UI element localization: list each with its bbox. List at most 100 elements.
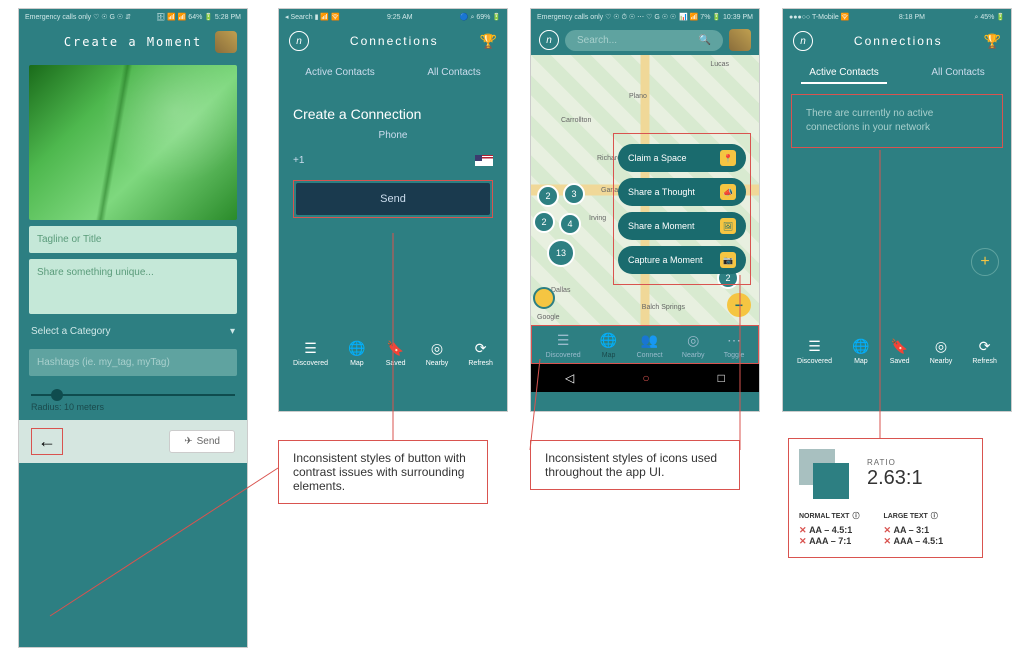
nav-map[interactable]: 🌐Map xyxy=(348,340,365,367)
send-button[interactable]: Send xyxy=(296,183,490,215)
nav-map[interactable]: 🌐Map xyxy=(852,338,869,365)
radar-icon: ◎ xyxy=(431,340,443,357)
tab-all-contacts[interactable]: All Contacts xyxy=(923,63,992,84)
map-cluster[interactable]: 13 xyxy=(547,239,575,267)
compliance-row: ✕ AA – 3:1 xyxy=(883,525,943,536)
status-time: 8:18 PM xyxy=(899,14,925,21)
status-right: ⌕ 45% 🔋 xyxy=(974,13,1005,22)
page-title: Connections xyxy=(309,34,480,48)
camera-icon: 📷 xyxy=(720,252,736,268)
help-icon: ⓘ xyxy=(931,511,938,521)
map-cluster[interactable]: 4 xyxy=(559,213,581,235)
android-home-icon[interactable]: ○ xyxy=(642,371,649,385)
map-city-label: Carrollton xyxy=(561,117,591,124)
color-swatches xyxy=(799,449,849,499)
search-input[interactable]: Search... 🔍 xyxy=(565,30,723,51)
status-bar: Emergency calls only ♡ ☉ G ☉ ⇵ 🗄 📶 📶 64%… xyxy=(19,9,247,25)
paper-plane-icon: ✈ xyxy=(184,436,192,447)
header: n Connections 🏆 xyxy=(783,25,1011,57)
description-input[interactable]: Share something unique... xyxy=(29,259,237,314)
bookmark-icon: 🔖 xyxy=(891,338,908,355)
tabs: Active Contacts All Contacts xyxy=(279,57,507,88)
status-right: 📊 📶 7% 🔋 10:39 PM xyxy=(679,13,753,21)
status-left: Emergency calls only ♡ ☉ G ☉ ⇵ xyxy=(25,13,131,21)
send-button[interactable]: ✈ Send xyxy=(169,430,235,453)
globe-icon: 🌐 xyxy=(600,332,617,349)
megaphone-icon: 📣 xyxy=(720,184,736,200)
status-bar: Emergency calls only ♡ ☉ ⏱ ☉ ⋯ ♡ G ☉ ☉ 📊… xyxy=(531,9,759,25)
status-right: 🔵 ⌕ 69% 🔋 xyxy=(460,13,501,22)
phone-prefix: +1 xyxy=(293,155,304,166)
android-recent-icon[interactable]: □ xyxy=(718,371,725,385)
avatar[interactable] xyxy=(215,31,237,53)
dots-icon: ⋯ xyxy=(727,332,741,349)
tabs: Active Contacts All Contacts xyxy=(783,57,1011,90)
status-right: 🗄 📶 📶 64% 🔋 5:28 PM xyxy=(156,13,241,21)
avatar[interactable] xyxy=(729,29,751,51)
android-nav-bar: ◁ ○ □ xyxy=(531,364,759,392)
share-moment-button[interactable]: Share a Moment🖼 xyxy=(618,212,746,240)
nav-saved[interactable]: 🔖Saved xyxy=(890,338,910,365)
nav-nearby[interactable]: ◎Nearby xyxy=(930,338,953,365)
map-user-location[interactable] xyxy=(533,287,555,309)
nav-refresh[interactable]: ⟳Refresh xyxy=(972,338,997,365)
trophy-icon[interactable]: 🏆 xyxy=(480,33,497,50)
tab-active-contacts[interactable]: Active Contacts xyxy=(297,63,382,82)
nav-nearby[interactable]: ◎Nearby xyxy=(426,340,449,367)
phone-field-label: Phone xyxy=(293,130,493,141)
map-cluster[interactable]: 2 xyxy=(537,185,559,207)
share-thought-button[interactable]: Share a Thought📣 xyxy=(618,178,746,206)
compliance-row: ✕ AAA – 4.5:1 xyxy=(883,536,943,547)
nav-discovered[interactable]: ☰Discovered xyxy=(546,332,581,359)
tab-all-contacts[interactable]: All Contacts xyxy=(419,63,488,82)
radar-icon: ◎ xyxy=(687,332,699,349)
nav-discovered[interactable]: ☰Discovered xyxy=(293,340,328,367)
map-city-label: Lucas xyxy=(710,61,729,68)
nav-nearby[interactable]: ◎Nearby xyxy=(682,332,705,359)
large-text-heading: LARGE TEXTⓘ xyxy=(883,511,943,521)
app-logo-icon[interactable]: n xyxy=(289,31,309,51)
status-time: 9:25 AM xyxy=(387,14,413,21)
nav-toggle[interactable]: ⋯Toggle xyxy=(724,332,745,359)
map-city-label: Irving xyxy=(589,215,606,222)
status-bar: ●●●○○ T-Mobile 🛜 8:18 PM ⌕ 45% 🔋 xyxy=(783,9,1011,25)
nav-refresh[interactable]: ⟳Refresh xyxy=(468,340,493,367)
fab-add[interactable]: + xyxy=(971,248,999,276)
fab-minus[interactable]: − xyxy=(727,293,751,317)
nav-saved[interactable]: 🔖Saved xyxy=(386,340,406,367)
page-title: Create a Moment xyxy=(51,35,215,49)
map-pin-icon: 📍 xyxy=(720,150,736,166)
fail-icon: ✕ xyxy=(799,525,807,535)
tab-active-contacts[interactable]: Active Contacts xyxy=(801,63,886,84)
flag-icon-us[interactable] xyxy=(475,155,493,166)
claim-space-button[interactable]: Claim a Space📍 xyxy=(618,144,746,172)
trophy-icon[interactable]: 🏆 xyxy=(984,33,1001,50)
back-button[interactable]: ← xyxy=(31,428,63,455)
nav-discovered[interactable]: ☰Discovered xyxy=(797,338,832,365)
nav-connect[interactable]: 👥Connect xyxy=(637,332,663,359)
radius-label: Radius: 10 meters xyxy=(19,400,247,414)
phone-input-row[interactable]: +1 xyxy=(293,151,493,180)
app-logo-icon[interactable]: n xyxy=(539,30,559,50)
globe-icon: 🌐 xyxy=(348,340,365,357)
contrast-checker-panel: RATIO 2.63:1 NORMAL TEXTⓘ ✕ AA – 4.5:1 ✕… xyxy=(788,438,983,558)
app-logo-icon[interactable]: n xyxy=(793,31,813,51)
category-select[interactable]: Select a Category ▾ xyxy=(19,320,247,343)
android-back-icon[interactable]: ◁ xyxy=(565,371,574,385)
hashtag-input[interactable]: Hashtags (ie. my_tag, myTag) xyxy=(29,349,237,376)
empty-state-highlight: There are currently no active connection… xyxy=(791,94,1003,148)
map-cluster[interactable]: 2 xyxy=(533,211,555,233)
annotation-icon-styles: Inconsistent styles of icons used throug… xyxy=(530,440,740,490)
tagline-input[interactable]: Tagline or Title xyxy=(29,226,237,253)
capture-moment-button[interactable]: Capture a Moment📷 xyxy=(618,246,746,274)
radius-slider[interactable] xyxy=(31,394,235,396)
phone-connections-empty: ●●●○○ T-Mobile 🛜 8:18 PM ⌕ 45% 🔋 n Conne… xyxy=(782,8,1012,412)
header: n Connections 🏆 xyxy=(279,25,507,57)
bottom-actions: ← ✈ Send xyxy=(19,420,247,463)
nav-map[interactable]: 🌐Map xyxy=(600,332,617,359)
bottom-nav-highlight: ☰Discovered 🌐Map 👥Connect ◎Nearby ⋯Toggl… xyxy=(531,325,759,364)
map-view[interactable]: Lucas Plano Carrollton Richardson Garlan… xyxy=(531,55,759,325)
map-cluster[interactable]: 3 xyxy=(563,183,585,205)
moment-image[interactable] xyxy=(29,65,237,220)
send-label: Send xyxy=(197,436,220,447)
